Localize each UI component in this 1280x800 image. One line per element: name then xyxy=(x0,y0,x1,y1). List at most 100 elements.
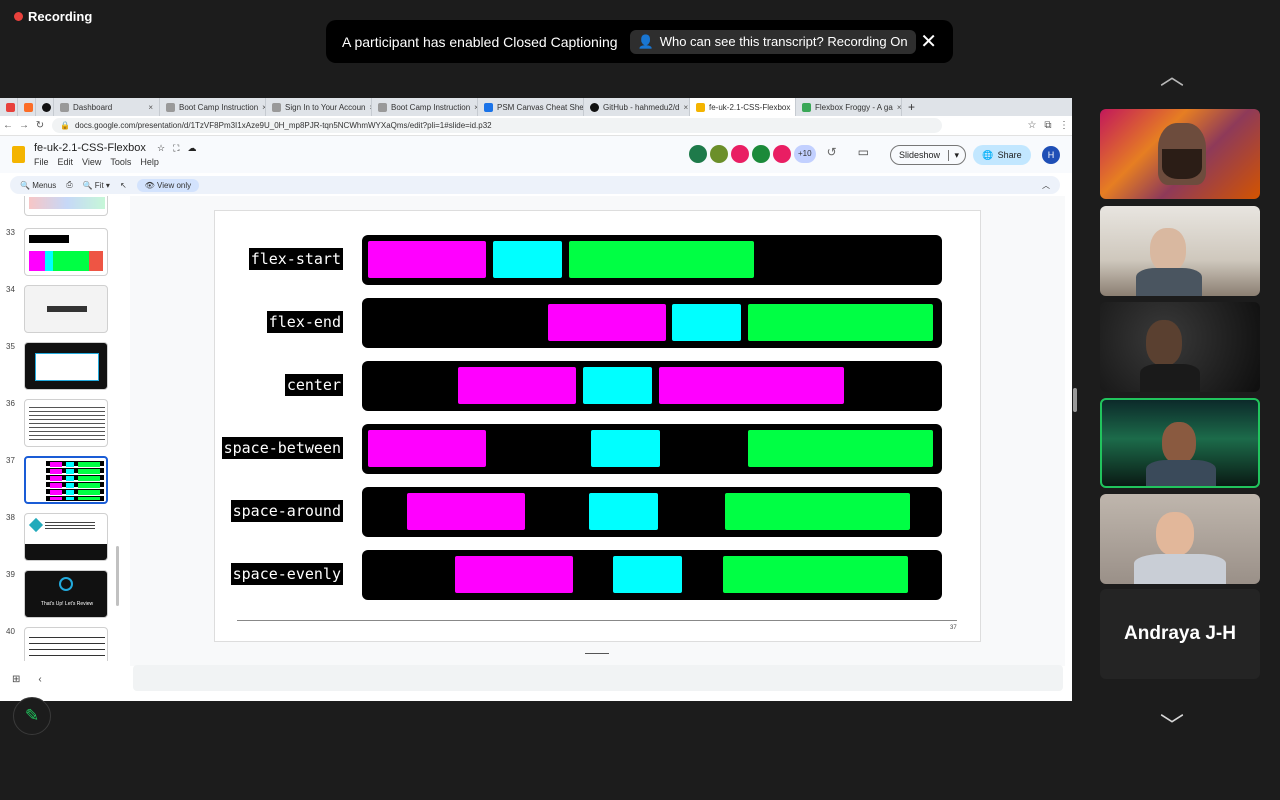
extensions-icon[interactable]: ⧉ xyxy=(1040,120,1056,131)
transcript-visibility-label: Who can see this transcript? Recording O… xyxy=(659,34,908,49)
print-icon[interactable]: ⎙ xyxy=(66,180,72,190)
close-icon[interactable]: ✕ xyxy=(920,32,937,52)
collaborator-avatar[interactable] xyxy=(731,145,749,163)
flex-item-green xyxy=(748,304,933,341)
participant-video-tile[interactable] xyxy=(1100,206,1260,296)
back-icon[interactable]: ← xyxy=(0,120,16,131)
slide-thumbnail-row[interactable]: 34 xyxy=(6,285,108,333)
browser-tab[interactable]: Dashboard × xyxy=(54,98,160,116)
close-tab-icon[interactable]: × xyxy=(148,103,153,112)
chevron-down-icon[interactable]: ▾ xyxy=(948,149,959,161)
select-tool-icon[interactable]: ↖ xyxy=(120,181,127,190)
speaker-notes-bar[interactable] xyxy=(133,665,1063,691)
slide-thumbnail-row[interactable]: 38 xyxy=(6,513,108,561)
chevron-down-icon[interactable]: ﹀ xyxy=(1160,706,1184,741)
transcript-visibility-button[interactable]: 👤 Who can see this transcript? Recording… xyxy=(629,29,916,54)
chevron-up-icon[interactable]: ︿ xyxy=(1160,56,1184,91)
browser-tab[interactable]: Boot Camp Instruction× xyxy=(372,98,478,116)
filmstrip-scrollbar[interactable] xyxy=(116,546,119,606)
reload-icon[interactable]: ↻ xyxy=(32,120,48,131)
tab-favicon-icon xyxy=(484,102,493,112)
share-button[interactable]: 🌐 Share xyxy=(973,145,1031,165)
slide-thumbnail-row[interactable]: 40 xyxy=(6,627,108,661)
kebab-menu-icon[interactable]: ⋮ xyxy=(1056,120,1072,131)
flex-item-cyan xyxy=(583,367,652,404)
annotate-pencil-button[interactable]: ✎ xyxy=(13,697,51,735)
close-tab-icon[interactable]: × xyxy=(684,103,689,112)
menu-help[interactable]: Help xyxy=(140,157,159,167)
gmail-pinned-tab[interactable] xyxy=(0,98,18,116)
menu-file[interactable]: File xyxy=(34,157,49,167)
view-only-badge[interactable]: 👁 View only xyxy=(136,178,200,192)
slides-logo-icon[interactable] xyxy=(12,146,25,163)
slide-thumbnail[interactable] xyxy=(24,513,108,561)
menu-edit[interactable]: Edit xyxy=(58,157,74,167)
star-icon[interactable]: ☆ xyxy=(1024,120,1040,131)
star-icon[interactable]: ☆ xyxy=(157,143,165,153)
browser-tab[interactable]: Boot Camp Instruction× xyxy=(160,98,266,116)
notes-resize-handle[interactable] xyxy=(585,653,609,654)
slide-number: 40 xyxy=(6,627,15,636)
slide-thumbnail[interactable] xyxy=(24,285,108,333)
participant-video-tile[interactable] xyxy=(1100,109,1260,199)
slide-thumbnail-row[interactable]: 35 xyxy=(6,342,108,390)
document-title[interactable]: fe-uk-2.1-CSS-Flexbox ☆ ⛶ ☁ xyxy=(34,142,196,154)
slide-thumbnail-row[interactable]: 36 xyxy=(6,399,108,447)
forward-icon[interactable]: → xyxy=(16,120,32,131)
slide-number: 39 xyxy=(6,570,15,579)
collaborator-count[interactable]: +10 xyxy=(794,145,816,163)
participant-name-tile[interactable]: Andraya J-H xyxy=(1100,589,1260,679)
panel-resize-handle[interactable] xyxy=(1073,388,1077,412)
collaborator-avatar[interactable] xyxy=(773,145,791,163)
browser-tab[interactable]: Sign In to Your Accoun× xyxy=(266,98,372,116)
browser-tab[interactable]: GitHub - hahmedu2/d × xyxy=(584,98,690,116)
browser-tab[interactable]: PSM Canvas Cheat She× xyxy=(478,98,584,116)
slide-thumbnail-row[interactable]: 33 xyxy=(6,228,108,276)
tab-strip: Dashboard× Boot Camp Instruction× Sign I… xyxy=(0,98,1072,116)
flex-item-cyan xyxy=(613,556,682,593)
flex-item-green xyxy=(748,430,933,467)
browser-tab[interactable]: Flexbox Froggy - A ga × xyxy=(796,98,902,116)
collaborator-avatar[interactable] xyxy=(710,145,728,163)
slide-thumbnail[interactable] xyxy=(24,228,108,276)
browser-tab-active[interactable]: fe-uk-2.1-CSS-Flexbox× xyxy=(690,98,796,116)
flex-item-cyan xyxy=(493,241,562,278)
slideshow-button[interactable]: Slideshow ▾ xyxy=(890,145,966,165)
collaborator-avatar[interactable] xyxy=(689,145,707,163)
collaborator-avatar[interactable] xyxy=(752,145,770,163)
menu-view[interactable]: View xyxy=(82,157,101,167)
slide-thumbnail-row[interactable]: 37 xyxy=(6,456,108,504)
slide-thumbnail[interactable] xyxy=(24,399,108,447)
close-tab-icon[interactable]: × xyxy=(897,103,901,112)
slide-thumbnail[interactable] xyxy=(24,627,108,661)
github-icon xyxy=(42,102,51,112)
move-icon[interactable]: ⛶ xyxy=(173,143,179,153)
slide-thumbnail[interactable] xyxy=(24,196,108,216)
zoom-control[interactable]: 🔍 Fit ▾ xyxy=(83,181,110,190)
gitlab-icon xyxy=(24,102,33,112)
slide-thumbnail-row[interactable]: 39 That's Up! Let's Review xyxy=(6,570,108,618)
github-pinned-tab[interactable] xyxy=(36,98,54,116)
new-tab-button[interactable]: + xyxy=(902,98,926,116)
row-label-center: center xyxy=(284,374,343,396)
collapse-toolbar-icon[interactable]: ︿ xyxy=(1042,180,1050,191)
gitlab-pinned-tab[interactable] xyxy=(18,98,36,116)
url-field[interactable]: 🔒 docs.google.com/presentation/d/1TzVF8P… xyxy=(52,118,942,133)
slide-thumbnail[interactable]: That's Up! Let's Review xyxy=(24,570,108,618)
slide-thumbnail-row[interactable] xyxy=(6,196,108,216)
participant-video-tile[interactable] xyxy=(1100,302,1260,392)
gmail-icon xyxy=(6,102,15,112)
search-menus[interactable]: 🔍 Menus xyxy=(20,181,56,190)
account-avatar[interactable]: H xyxy=(1042,146,1060,164)
collapse-filmstrip-icon[interactable]: ‹ xyxy=(38,674,41,685)
participant-video-tile[interactable] xyxy=(1100,494,1260,584)
flex-item-magenta xyxy=(548,304,666,341)
flex-container-row xyxy=(362,235,942,285)
history-icon[interactable]: ↺ xyxy=(827,145,837,163)
grid-view-icon[interactable]: ⊞ xyxy=(12,674,20,685)
slide-thumbnail-selected[interactable] xyxy=(24,456,108,504)
slide-thumbnail[interactable] xyxy=(24,342,108,390)
participant-video-tile-active-speaker[interactable] xyxy=(1100,398,1260,488)
menu-tools[interactable]: Tools xyxy=(110,157,131,167)
meet-icon[interactable]: ▭ xyxy=(858,145,869,163)
